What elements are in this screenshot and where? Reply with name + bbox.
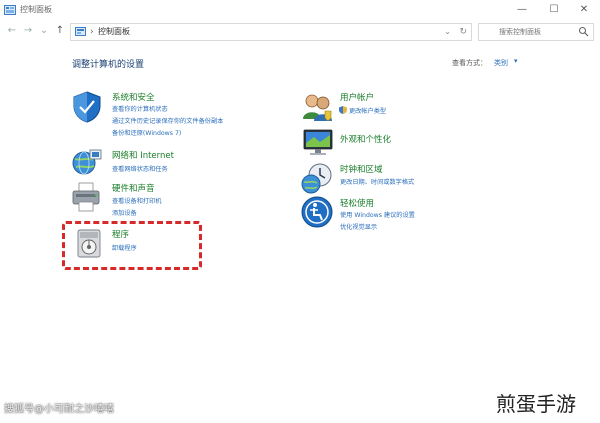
printer-icon[interactable] [70,180,104,214]
back-button[interactable]: ← [6,23,18,39]
uac-shield-icon [339,106,347,114]
category-network-internet[interactable]: 网络和 Internet [112,149,174,161]
watermark-sohu: 搜狐号@小可耐之沙嘻嘻 [4,404,114,415]
link-devices-printers[interactable]: 查看设备和打印机 [112,196,162,205]
maximize-button[interactable]: ☐ [540,1,568,19]
chevron-down-icon[interactable]: ▾ [514,57,518,65]
address-field[interactable]: › 控制面板 ⌄ ↻ [70,23,472,41]
view-by-label: 查看方式： [452,59,487,67]
watermark-jiandan: 煎蛋手游 [496,392,576,416]
control-panel-app-icon [4,5,16,15]
monitor-icon[interactable] [301,126,335,160]
link-change-date-time-format[interactable]: 更改日期、时间或数字格式 [340,177,414,186]
breadcrumb-separator: › [90,27,94,37]
navigation-bar: ← → ⌄ ↑ › 控制面板 ⌄ ↻ [0,20,600,42]
network-globe-icon[interactable] [70,145,104,179]
breadcrumb-control-panel[interactable]: 控制面板 [98,24,130,40]
shield-icon[interactable] [70,90,104,124]
search-icon[interactable] [578,26,589,37]
category-ease-of-access[interactable]: 轻松使用 [340,197,374,209]
category-clock-region[interactable]: 时钟和区域 [340,163,383,175]
link-add-device[interactable]: 添加设备 [112,208,137,217]
accessibility-icon[interactable] [300,195,334,229]
window-title: 控制面板 [20,5,52,14]
minimize-button[interactable]: — [508,1,536,19]
category-appearance-personalization[interactable]: 外观和个性化 [340,133,391,145]
link-network-status[interactable]: 查看网络状态和任务 [112,164,168,173]
page-title: 调整计算机的设置 [72,60,145,70]
link-file-history-backup[interactable]: 通过文件历史记录保存你的文件备份副本 [112,116,223,125]
users-icon[interactable] [301,91,335,125]
address-dropdown-button[interactable]: ⌄ [444,24,451,40]
clock-globe-icon[interactable] [300,161,334,195]
link-view-computer-status[interactable]: 查看你的计算机状态 [112,104,168,113]
search-box[interactable] [478,23,594,41]
control-panel-icon [75,27,86,36]
category-hardware-sound[interactable]: 硬件和声音 [112,182,155,194]
recent-locations-button[interactable]: ⌄ [38,23,50,39]
refresh-button[interactable]: ↻ [459,24,467,40]
title-bar: 控制面板 — ☐ ✕ [0,0,600,20]
view-by-dropdown[interactable]: 类别 [494,58,508,68]
link-backup-restore[interactable]: 备份和还原(Windows 7) [112,128,181,137]
link-windows-recommended-settings[interactable]: 使用 Windows 建议的设置 [340,210,415,219]
up-button[interactable]: ↑ [54,23,66,39]
search-input[interactable] [499,26,571,37]
category-user-accounts[interactable]: 用户帐户 [340,91,374,103]
link-optimize-visual-display[interactable]: 优化视觉显示 [340,222,377,231]
link-change-account-type[interactable]: 更改帐户类型 [349,106,386,115]
programs-highlight-box [62,221,202,270]
category-system-security[interactable]: 系统和安全 [112,91,155,103]
close-button[interactable]: ✕ [570,1,598,19]
forward-button[interactable]: → [22,23,34,39]
